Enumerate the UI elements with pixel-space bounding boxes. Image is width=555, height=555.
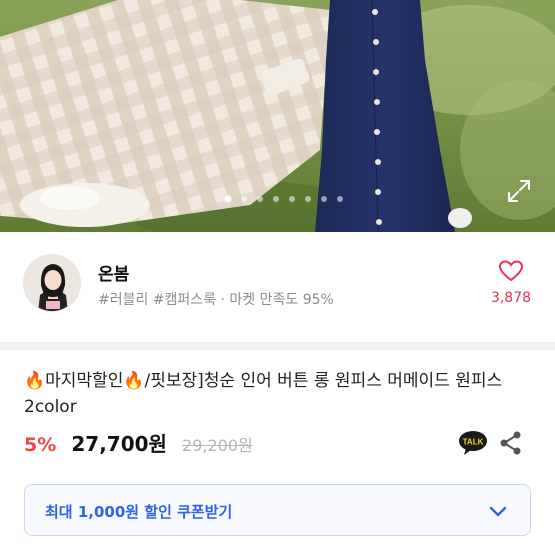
like-count: 3,878 [490, 290, 532, 306]
seller-name[interactable]: 온봄 [98, 260, 129, 285]
share-button[interactable] [498, 430, 524, 456]
heart-icon [498, 260, 524, 282]
seller-section [0, 232, 555, 342]
product-photo[interactable] [0, 0, 555, 232]
talk-icon: TALK [459, 431, 487, 455]
original-price: 29,200원 [182, 436, 253, 455]
coupon-button[interactable]: 최대 1,000원 할인 쿠폰받기 [24, 484, 531, 536]
gallery-indicator [0, 193, 555, 205]
like-button[interactable]: 3,878 [482, 257, 540, 311]
talk-label: TALK [463, 438, 484, 447]
share-icon [500, 431, 521, 455]
seller-tags: #러블리 #캠퍼스룩 · 마켓 만족도 95% [98, 292, 334, 308]
section-divider [0, 342, 555, 350]
talk-button[interactable]: TALK [458, 430, 488, 456]
expand-icon[interactable] [506, 178, 532, 204]
seller-avatar[interactable] [23, 254, 81, 312]
discount-rate: 5% [24, 434, 57, 456]
product-title: 🔥마지막할인🔥/핏보장]청순 인어 버튼 롱 원피스 머메이드 원피스 2col… [24, 371, 503, 417]
coupon-label: 최대 1,000원 할인 쿠폰받기 [45, 503, 233, 521]
price-row: 5% 27,700원 29,200원 [24, 428, 253, 458]
chevron-down-icon [489, 506, 507, 517]
sale-price: 27,700원 [71, 432, 167, 456]
